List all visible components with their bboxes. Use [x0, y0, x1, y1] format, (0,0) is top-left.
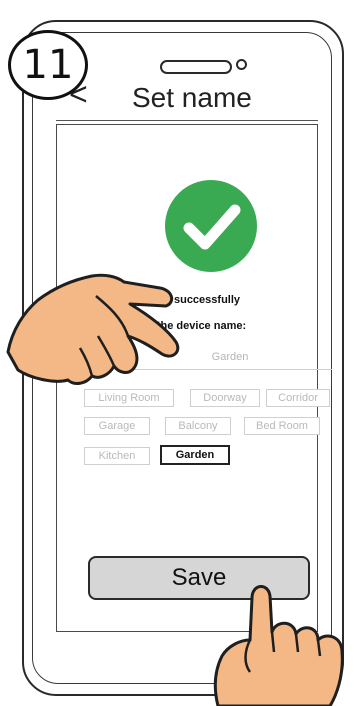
- chip-bed-room[interactable]: Bed Room: [244, 417, 320, 435]
- save-button[interactable]: Save: [88, 556, 310, 600]
- chip-living-room[interactable]: Living Room: [84, 389, 174, 407]
- header-divider: [56, 120, 318, 121]
- step-number-badge: 11: [8, 30, 88, 100]
- phone-camera: [236, 59, 247, 70]
- chip-balcony[interactable]: Balcony: [165, 417, 231, 435]
- chip-corridor[interactable]: Corridor: [266, 389, 330, 407]
- phone-speaker: [160, 60, 232, 74]
- name-prompt: Please set the device name:: [100, 320, 247, 332]
- page-title: Set name: [132, 82, 252, 113]
- check-circle-icon: [165, 180, 257, 272]
- success-message: Device added successfully: [100, 294, 241, 306]
- device-name-input[interactable]: [128, 345, 332, 370]
- chip-garden[interactable]: Garden: [160, 445, 230, 465]
- chip-doorway[interactable]: Doorway: [190, 389, 260, 407]
- chip-garage[interactable]: Garage: [84, 417, 150, 435]
- chip-kitchen[interactable]: Kitchen: [84, 447, 150, 465]
